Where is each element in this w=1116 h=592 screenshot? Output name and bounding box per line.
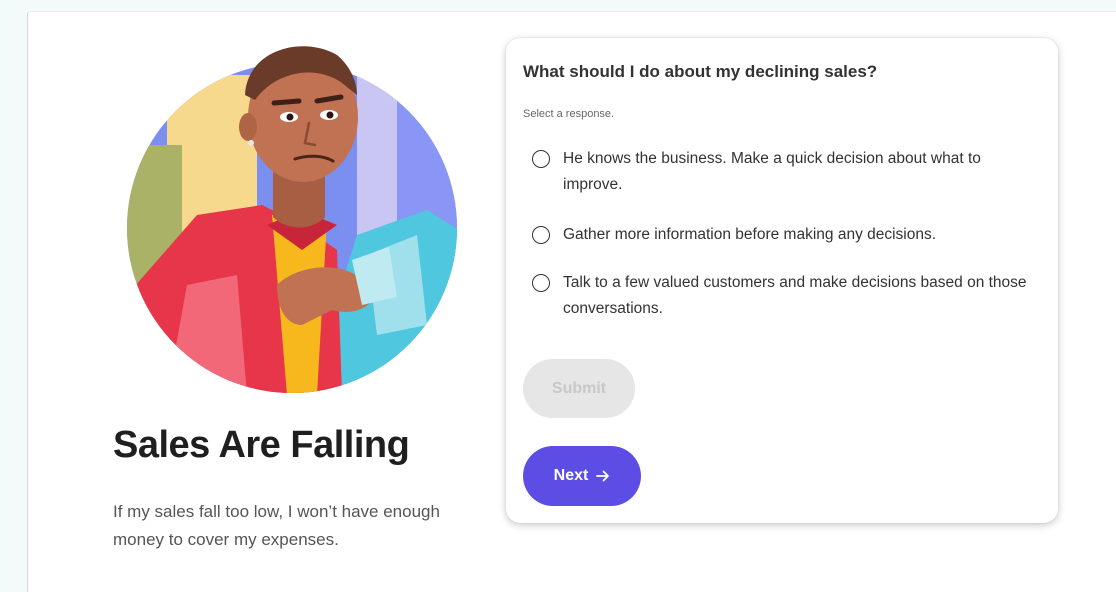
- radio-button-icon[interactable]: [532, 226, 550, 244]
- arrow-right-icon: [596, 470, 610, 482]
- next-button-label: Next: [553, 467, 589, 484]
- scenario-title: Sales Are Falling: [113, 424, 410, 466]
- submit-button[interactable]: Submit: [523, 359, 635, 418]
- response-instruction: Select a response.: [523, 108, 615, 120]
- next-button[interactable]: Next: [523, 446, 641, 506]
- page-background: Sales Are Falling If my sales fall too l…: [0, 0, 1116, 592]
- question-text: What should I do about my declining sale…: [523, 62, 878, 81]
- radio-button-icon[interactable]: [532, 150, 550, 168]
- response-option-2[interactable]: Gather more information before making an…: [532, 223, 1042, 248]
- scenario-description: If my sales fall too low, I won’t have e…: [113, 502, 440, 549]
- response-option-label: Talk to a few valued customers and make …: [563, 274, 1027, 317]
- question-card: What should I do about my declining sale…: [506, 38, 1058, 523]
- response-option-label: Gather more information before making an…: [563, 226, 937, 243]
- radio-button-icon[interactable]: [532, 274, 550, 292]
- response-option-3[interactable]: Talk to a few valued customers and make …: [532, 271, 1042, 322]
- response-option-1[interactable]: He knows the business. Make a quick deci…: [532, 147, 1042, 198]
- left-rail: [0, 0, 16, 592]
- person-character-illustration: [127, 46, 457, 393]
- response-option-label: He knows the business. Make a quick deci…: [563, 150, 981, 193]
